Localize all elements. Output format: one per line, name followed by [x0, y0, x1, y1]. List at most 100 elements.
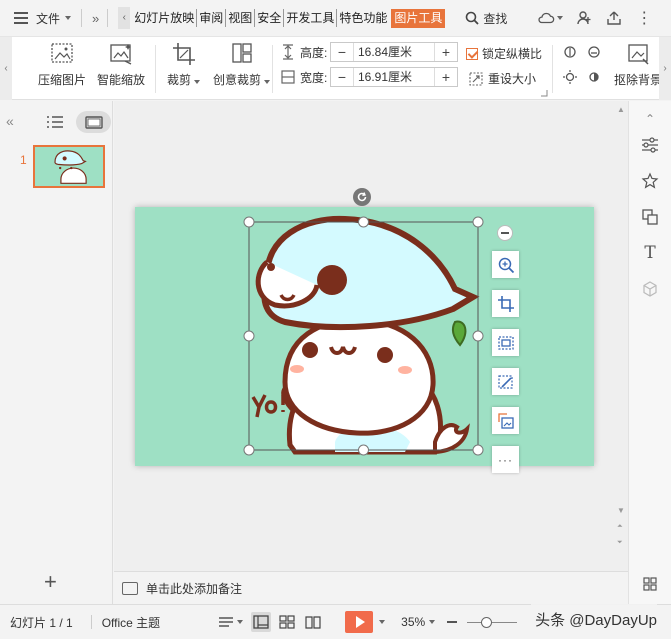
- collapse-up-icon[interactable]: ⌃: [640, 109, 660, 129]
- height-input[interactable]: 16.84厘米: [353, 43, 435, 61]
- previous-slide-icon[interactable]: ⏶: [617, 523, 623, 531]
- scroll-up-icon[interactable]: ▲: [617, 105, 625, 114]
- zoom-slider[interactable]: [467, 616, 518, 628]
- mascot-picture[interactable]: [251, 215, 480, 455]
- smart-zoom-button[interactable]: 智能缩放: [97, 41, 145, 88]
- zoom-level[interactable]: 35%: [401, 615, 425, 629]
- vertical-scrollbar[interactable]: ▲ ▼ ⏶ ⏷: [614, 101, 628, 571]
- collapse-panel-icon[interactable]: «: [6, 113, 14, 129]
- chevron-down-icon[interactable]: [237, 620, 244, 624]
- edit-picture-button[interactable]: [492, 368, 519, 395]
- next-slide-icon[interactable]: ⏷: [617, 539, 623, 547]
- zoom-picture-button[interactable]: [492, 251, 519, 278]
- animation-icon[interactable]: [640, 171, 660, 191]
- remove-background-label: 抠除背景: [614, 73, 663, 87]
- outline-view-icon[interactable]: [46, 115, 64, 129]
- crop-button[interactable]: 裁剪: [167, 41, 201, 88]
- more-picture-options-button[interactable]: ···: [492, 446, 519, 473]
- height-label: 高度:: [300, 45, 328, 60]
- height-increase-button[interactable]: +: [435, 43, 457, 61]
- chevron-down-icon[interactable]: [379, 620, 386, 624]
- tab-slideshow[interactable]: 幻灯片放映: [132, 9, 196, 27]
- chevron-down-icon[interactable]: [429, 620, 436, 624]
- height-decrease-button[interactable]: −: [331, 43, 353, 61]
- compress-picture-icon: [51, 43, 73, 63]
- slide[interactable]: [135, 207, 594, 466]
- tab-features[interactable]: 特色功能: [336, 9, 389, 27]
- tab-picture-tools[interactable]: 图片工具: [391, 8, 446, 28]
- checkbox-checked: [466, 47, 478, 60]
- 3d-box-icon[interactable]: [640, 279, 660, 299]
- lock-aspect-ratio-checkbox[interactable]: 锁定纵横比: [466, 45, 542, 62]
- zoom-slider-thumb[interactable]: [481, 616, 493, 628]
- grid-apps-icon[interactable]: [640, 574, 660, 594]
- zoom-out-button[interactable]: [447, 621, 458, 623]
- slide-sorter-view-button[interactable]: [277, 612, 297, 632]
- file-menu[interactable]: 文件: [0, 0, 72, 36]
- contrast-icon[interactable]: [586, 69, 602, 85]
- tab-security[interactable]: 安全: [254, 9, 283, 27]
- brightness-icon[interactable]: [562, 69, 578, 85]
- picture-color-icon[interactable]: [586, 44, 602, 60]
- shapes-icon[interactable]: [640, 207, 660, 227]
- ribbon: ‹ 压缩图片 智能缩放 裁剪 创意裁剪 高度: − 16.84厘米 + 宽度: …: [0, 36, 671, 100]
- width-input[interactable]: 16.91厘米: [353, 68, 435, 86]
- replace-picture-icon: [497, 412, 514, 429]
- rotate-handle[interactable]: [353, 188, 371, 206]
- book-icon: [305, 616, 321, 629]
- reset-size-button[interactable]: 重设大小: [468, 70, 536, 87]
- more-tabs-icon[interactable]: »: [92, 11, 99, 26]
- remove-background-icon: [628, 44, 649, 65]
- compress-picture-button[interactable]: 压缩图片: [38, 41, 86, 88]
- chevron-down-icon[interactable]: [557, 16, 564, 20]
- slide-canvas: ···: [114, 101, 614, 571]
- width-stepper[interactable]: − 16.91厘米 +: [330, 67, 458, 87]
- share-icon[interactable]: [605, 9, 623, 27]
- collapse-toolbar-button[interactable]: [497, 225, 513, 241]
- chevron-down-icon: [194, 80, 201, 84]
- slide-thumbnail[interactable]: [33, 145, 105, 188]
- crop-icon: [497, 295, 514, 312]
- crop-icon: [172, 43, 195, 65]
- scroll-down-icon[interactable]: ▼: [617, 506, 625, 515]
- reading-view-button[interactable]: [303, 612, 323, 632]
- smart-zoom-icon: [110, 44, 132, 65]
- cloud-sync-icon[interactable]: [537, 9, 555, 27]
- file-menu-label: 文件: [36, 11, 61, 26]
- creative-crop-button[interactable]: 创意裁剪: [213, 41, 271, 88]
- fit-picture-button[interactable]: [492, 329, 519, 356]
- remove-background-button[interactable]: 抠除背景: [614, 41, 662, 88]
- height-icon: [283, 44, 293, 60]
- width-label: 宽度:: [300, 70, 328, 85]
- tab-scroll-left-button[interactable]: ‹: [118, 7, 131, 29]
- slides-panel: « 1 +: [0, 101, 113, 604]
- notes-toggle-button[interactable]: [216, 612, 236, 632]
- notes-bar[interactable]: 单击此处添加备注: [114, 571, 628, 604]
- ribbon-scroll-left-button[interactable]: ‹: [0, 37, 12, 100]
- text-icon[interactable]: T: [640, 243, 660, 263]
- crop-label: 裁剪: [167, 73, 192, 87]
- height-stepper[interactable]: − 16.84厘米 +: [330, 42, 458, 62]
- thumbnail-view-button[interactable]: [76, 111, 111, 133]
- fit-frame-icon: [497, 335, 514, 350]
- normal-view-button[interactable]: [251, 612, 272, 632]
- picture-effect-icon[interactable]: [562, 44, 578, 60]
- dialog-launcher-icon[interactable]: [540, 89, 548, 97]
- properties-icon[interactable]: [640, 135, 660, 155]
- width-increase-button[interactable]: +: [435, 68, 457, 86]
- more-options-icon[interactable]: ⋮: [635, 9, 653, 27]
- user-share-icon[interactable]: [575, 9, 593, 27]
- search-button[interactable]: 查找: [465, 0, 507, 36]
- chevron-down-icon: [65, 16, 72, 20]
- add-slide-button[interactable]: +: [44, 571, 57, 593]
- tab-developer[interactable]: 开发工具: [283, 9, 336, 27]
- crop-picture-button[interactable]: [492, 290, 519, 317]
- play-slideshow-button[interactable]: [345, 611, 374, 633]
- width-decrease-button[interactable]: −: [331, 68, 353, 86]
- ribbon-scroll-right-button[interactable]: ›: [659, 37, 671, 100]
- divider: [107, 9, 109, 27]
- replace-picture-button[interactable]: [492, 407, 519, 434]
- tab-review[interactable]: 审阅: [196, 9, 225, 27]
- tab-view[interactable]: 视图: [225, 9, 254, 27]
- theme-name[interactable]: Office 主题: [102, 614, 160, 631]
